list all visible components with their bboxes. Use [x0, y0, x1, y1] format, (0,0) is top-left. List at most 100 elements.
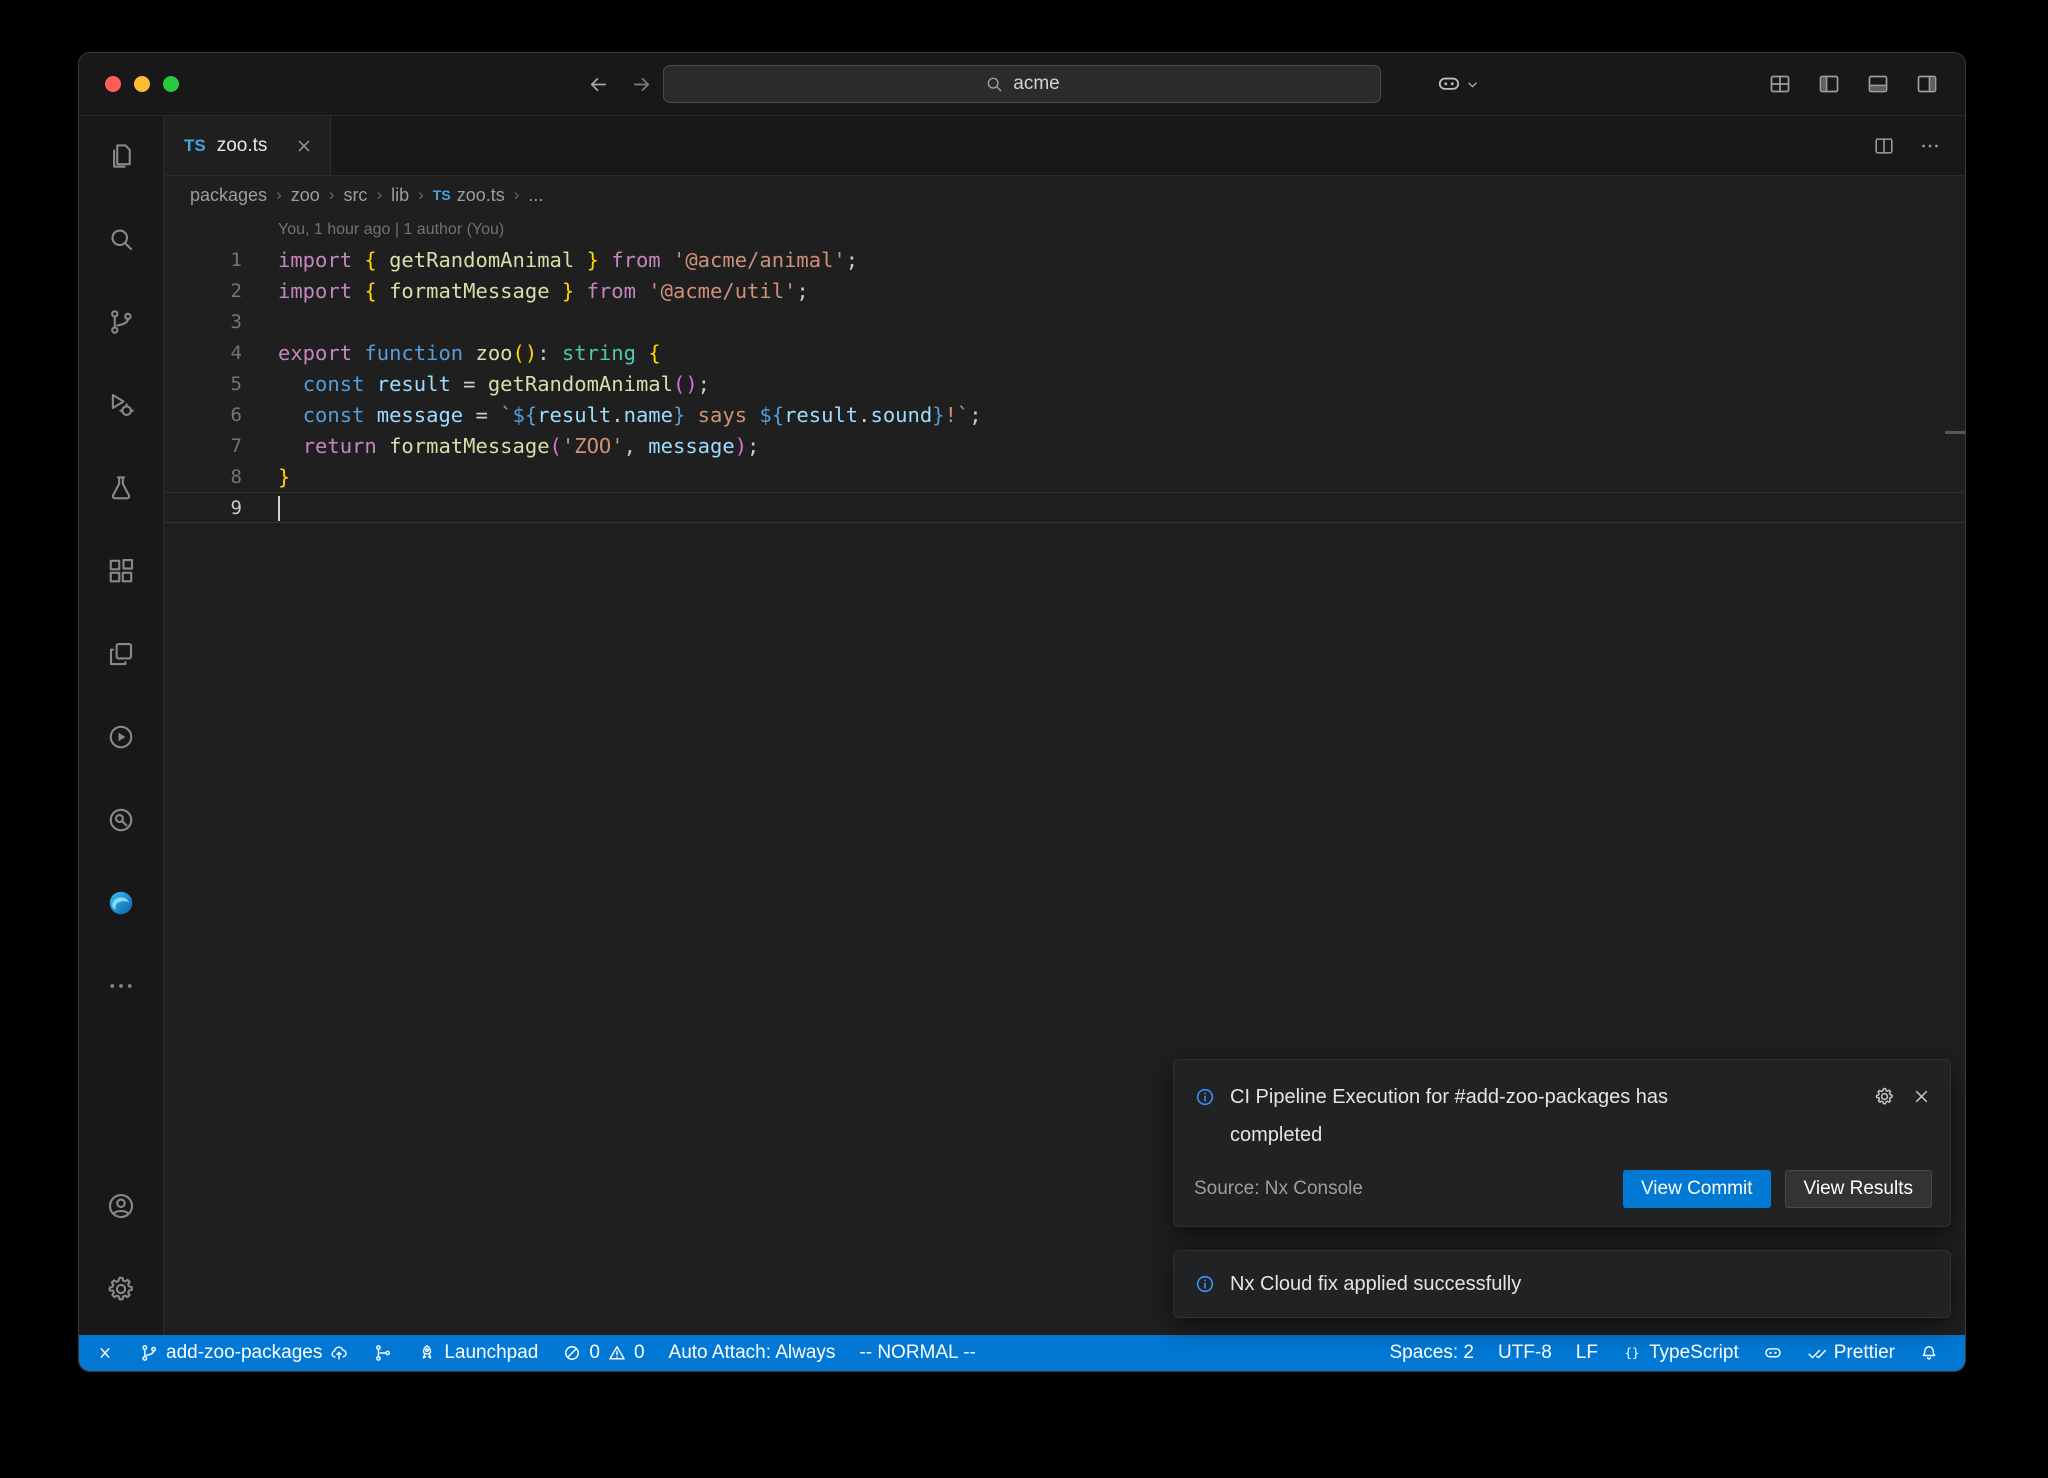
- breadcrumb-item[interactable]: ...: [528, 185, 543, 206]
- statusbar-problems[interactable]: 00: [550, 1335, 656, 1371]
- activitybar-remote-explorer[interactable]: [93, 626, 149, 682]
- code-token: }: [278, 465, 290, 489]
- activitybar-explorer[interactable]: [93, 128, 149, 184]
- breadcrumb-item[interactable]: packages: [190, 185, 267, 206]
- forward-icon[interactable]: [630, 73, 653, 96]
- activitybar-manage[interactable]: [93, 1261, 149, 1317]
- code-line-4[interactable]: 4export function zoo(): string {: [164, 337, 1965, 368]
- git-graph-icon: [373, 1343, 393, 1363]
- code-line-9[interactable]: 9: [164, 492, 1965, 523]
- command-center-search[interactable]: acme: [663, 65, 1381, 103]
- toggle-panel-icon[interactable]: [1866, 72, 1890, 96]
- toggle-secondary-sidebar-icon[interactable]: [1915, 72, 1939, 96]
- code-token: 'ZOO': [562, 434, 624, 458]
- breadcrumb-label: packages: [190, 185, 267, 206]
- activitybar-code-search[interactable]: [93, 792, 149, 848]
- ts-file-icon: TS: [433, 187, 451, 203]
- activitybar-testing[interactable]: [93, 460, 149, 516]
- statusbar-branch[interactable]: add-zoo-packages: [127, 1335, 361, 1371]
- gear-icon: [106, 1274, 136, 1304]
- code-token: }: [673, 403, 685, 427]
- notification-close-icon[interactable]: [1911, 1086, 1932, 1107]
- double-check-icon: [1807, 1343, 1827, 1363]
- statusbar-git-graph[interactable]: [361, 1335, 405, 1371]
- split-editor-icon[interactable]: [1873, 135, 1895, 157]
- error-icon: [562, 1343, 582, 1363]
- breadcrumb-separator: ›: [514, 185, 520, 205]
- breadcrumb-separator: ›: [276, 185, 282, 205]
- notification-message: Nx Cloud fix applied successfully: [1230, 1273, 1521, 1296]
- notification-source: Source: Nx Console: [1194, 1178, 1363, 1200]
- cloud-upload-icon: [329, 1343, 349, 1363]
- zoom-window-button[interactable]: [163, 76, 179, 92]
- statusbar-language-mode[interactable]: {}TypeScript: [1610, 1335, 1751, 1371]
- code-token: from: [611, 248, 660, 272]
- code-line-7[interactable]: 7 return formatMessage('ZOO', message);: [164, 430, 1965, 461]
- line-number: 6: [164, 404, 242, 426]
- overlapping-squares-icon: [106, 639, 136, 669]
- notification-settings-icon[interactable]: [1874, 1086, 1895, 1107]
- statusbar-vim-mode[interactable]: -- NORMAL --: [847, 1335, 987, 1371]
- activitybar-source-control[interactable]: [93, 294, 149, 350]
- statusbar-encoding[interactable]: UTF-8: [1486, 1335, 1564, 1371]
- code-line-8[interactable]: 8}: [164, 461, 1965, 492]
- statusbar-label: Prettier: [1834, 1342, 1895, 1364]
- breadcrumb-item[interactable]: zoo: [291, 185, 320, 206]
- code-token: !`: [945, 403, 970, 427]
- code-text: }: [242, 465, 290, 489]
- code-token: result: [784, 403, 858, 427]
- breadcrumb-item[interactable]: TSzoo.ts: [433, 185, 505, 206]
- activitybar-additional-views[interactable]: [93, 958, 149, 1014]
- copilot-icon: [1436, 71, 1462, 97]
- statusbar-prettier[interactable]: Prettier: [1795, 1335, 1907, 1371]
- tab-zoo-ts[interactable]: TS zoo.ts: [164, 116, 331, 175]
- activitybar-run-and-debug[interactable]: [93, 377, 149, 433]
- statusbar-eol[interactable]: LF: [1564, 1335, 1610, 1371]
- account-icon: [106, 1191, 136, 1221]
- customize-layout-icon[interactable]: [1768, 72, 1792, 96]
- activitybar-edge-tools[interactable]: [93, 875, 149, 931]
- vscode-window: acme TS zoo.ts: [78, 52, 1966, 1372]
- code-line-6[interactable]: 6 const message = `${result.name} says $…: [164, 399, 1965, 430]
- statusbar-notifications-bell[interactable]: [1907, 1335, 1951, 1371]
- back-icon[interactable]: [587, 73, 610, 96]
- code-line-5[interactable]: 5 const result = getRandomAnimal();: [164, 368, 1965, 399]
- warning-icon: [607, 1343, 627, 1363]
- code-token: message: [648, 434, 734, 458]
- statusbar-label: add-zoo-packages: [166, 1342, 322, 1364]
- activitybar-search[interactable]: [93, 211, 149, 267]
- copilot-menu[interactable]: [1436, 71, 1480, 97]
- statusbar-auto-attach[interactable]: Auto Attach: Always: [657, 1335, 848, 1371]
- statusbar-indentation[interactable]: Spaces: 2: [1377, 1335, 1486, 1371]
- code-line-2[interactable]: 2import { formatMessage } from '@acme/ut…: [164, 275, 1965, 306]
- activitybar-nx-console[interactable]: [93, 709, 149, 765]
- breadcrumb-item[interactable]: src: [343, 185, 367, 206]
- statusbar-launchpad[interactable]: Launchpad: [405, 1335, 550, 1371]
- code-token: [550, 279, 562, 303]
- close-window-button[interactable]: [105, 76, 121, 92]
- view-commit-button[interactable]: View Commit: [1623, 1170, 1771, 1208]
- code-token: [278, 434, 303, 458]
- code-line-1[interactable]: 1import { getRandomAnimal } from '@acme/…: [164, 244, 1965, 275]
- code-token: says: [685, 403, 759, 427]
- code-text: import { formatMessage } from '@acme/uti…: [242, 279, 809, 303]
- code-token: [463, 341, 475, 365]
- bell-icon: [1919, 1343, 1939, 1363]
- git-branch-icon: [139, 1343, 159, 1363]
- statusbar-copilot[interactable]: [1751, 1335, 1795, 1371]
- more-actions-icon[interactable]: [1919, 135, 1941, 157]
- view-results-button[interactable]: View Results: [1785, 1170, 1932, 1208]
- statusbar-remote-indicator[interactable]: [83, 1335, 127, 1371]
- breadcrumb-item[interactable]: lib: [391, 185, 409, 206]
- toggle-sidebar-icon[interactable]: [1817, 72, 1841, 96]
- code-line-3[interactable]: 3: [164, 306, 1965, 337]
- activitybar-extensions[interactable]: [93, 543, 149, 599]
- titlebar[interactable]: acme: [79, 53, 1965, 116]
- code-token: '@acme/util': [648, 279, 796, 303]
- activitybar-accounts[interactable]: [93, 1178, 149, 1234]
- code-token: ${: [759, 403, 784, 427]
- code-token: import: [278, 248, 352, 272]
- close-tab-icon[interactable]: [294, 136, 314, 156]
- code-token: (: [550, 434, 562, 458]
- minimize-window-button[interactable]: [134, 76, 150, 92]
